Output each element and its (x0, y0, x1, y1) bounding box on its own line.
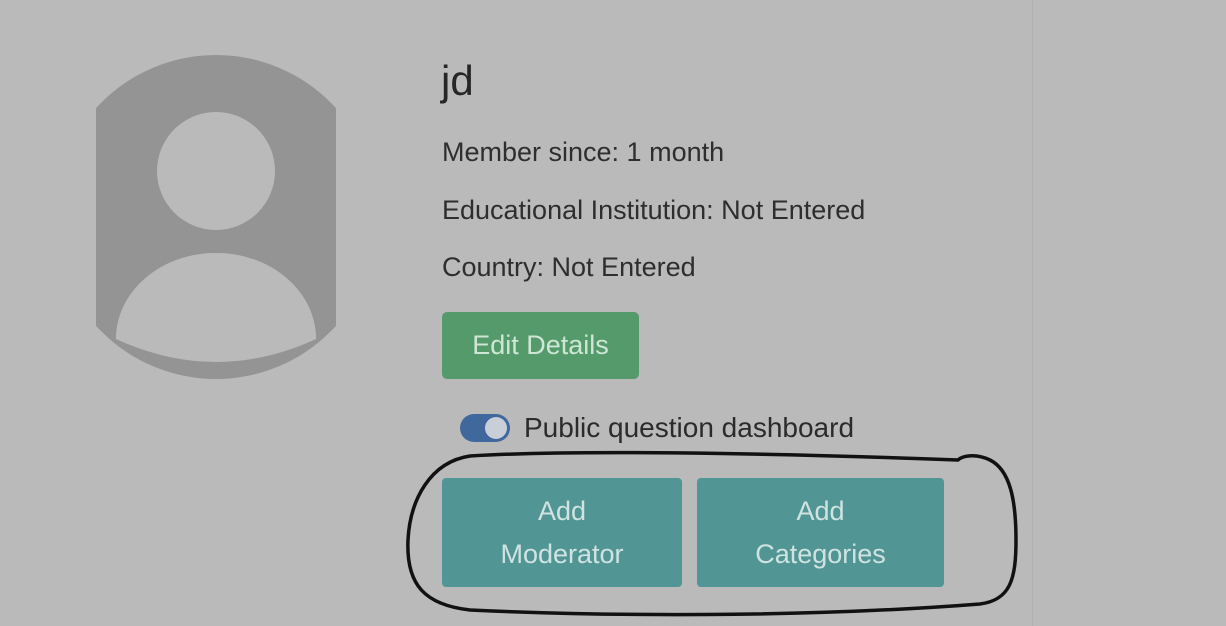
public-dashboard-toggle[interactable] (460, 414, 510, 442)
add-categories-label-line2: Categories (755, 538, 886, 569)
country-text: Country: Not Entered (442, 252, 696, 282)
public-dashboard-toggle-row: Public question dashboard (460, 410, 854, 446)
avatar-placeholder-icon (96, 55, 336, 379)
edit-details-button[interactable]: Edit Details (442, 312, 639, 379)
profile-panel: jd Member since: 1 month Educational Ins… (0, 0, 1033, 626)
public-dashboard-label: Public question dashboard (524, 412, 855, 443)
profile-page: jd Member since: 1 month Educational Ins… (0, 0, 1226, 626)
add-moderator-button[interactable]: Add Moderator (442, 478, 682, 587)
toggle-knob (485, 417, 507, 439)
educational-institution-text: Educational Institution: Not Entered (442, 195, 866, 225)
member-since-text: Member since: 1 month (442, 137, 725, 167)
add-categories-label-line1: Add (796, 495, 845, 526)
add-categories-button[interactable]: Add Categories (697, 478, 944, 587)
username: jd (441, 57, 474, 104)
add-moderator-label-line1: Add (537, 495, 587, 526)
add-moderator-label-line2: Moderator (500, 538, 624, 569)
